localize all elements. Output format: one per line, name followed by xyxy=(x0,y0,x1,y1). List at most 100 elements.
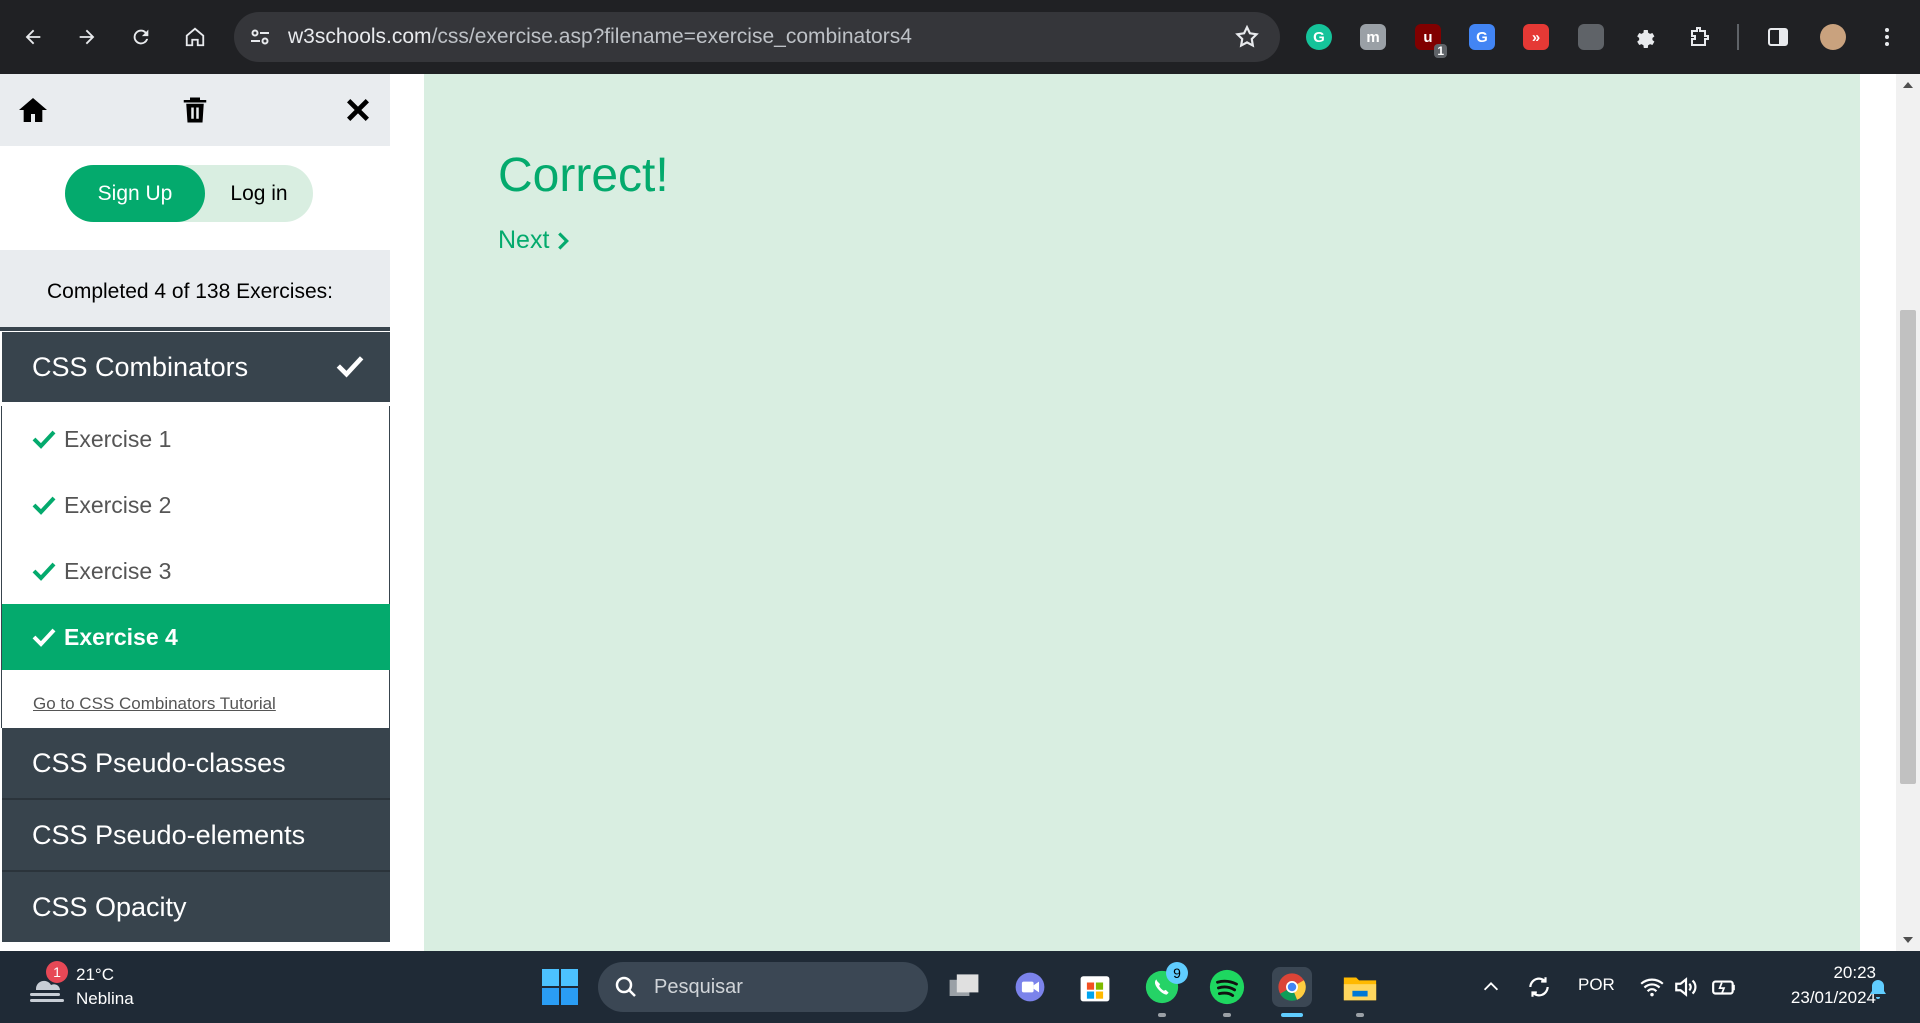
chevron-right-icon xyxy=(558,231,570,250)
google-translate-icon[interactable]: G xyxy=(1469,24,1495,50)
exercise-label: Exercise 3 xyxy=(64,557,172,584)
exercise-item-active[interactable]: Exercise 4 xyxy=(2,604,390,670)
exercise-label: Exercise 1 xyxy=(64,425,172,452)
clock-date[interactable]: 23/01/2024 xyxy=(1760,988,1876,1008)
scroll-down-arrow-icon[interactable] xyxy=(1903,937,1913,943)
trash-icon[interactable] xyxy=(177,92,213,128)
exercise-sidebar: Sign Up Log in Completed 4 of 138 Exerci… xyxy=(0,74,390,951)
exercise-item[interactable]: Exercise 3 xyxy=(2,538,390,604)
input-language[interactable]: POR xyxy=(1578,975,1615,995)
grammarly-icon[interactable]: G xyxy=(1306,24,1332,50)
category-pseudo-elements[interactable]: CSS Pseudo-elements xyxy=(2,800,390,870)
back-button[interactable] xyxy=(16,20,50,54)
ublock-badge: 1 xyxy=(1434,44,1447,58)
result-title: Correct! xyxy=(498,149,669,202)
checkmark-icon xyxy=(32,430,56,449)
auth-toggle: Sign Up Log in xyxy=(65,165,313,222)
forward-arrow-icon xyxy=(79,29,95,45)
sign-up-button[interactable]: Sign Up xyxy=(65,165,205,222)
exercise-label: Exercise 4 xyxy=(64,623,178,650)
home-button[interactable] xyxy=(178,20,212,54)
wifi-icon[interactable] xyxy=(1638,973,1666,1001)
teams-chat-icon[interactable] xyxy=(1010,967,1050,1007)
microsoft-store-icon[interactable] xyxy=(1075,967,1115,1007)
category-css-combinators[interactable]: CSS Combinators xyxy=(2,332,390,402)
progress-section: Completed 4 of 138 Exercises: xyxy=(0,250,390,330)
category-label: CSS Opacity xyxy=(32,891,187,922)
auth-section: Sign Up Log in xyxy=(0,146,390,250)
spotify-running-indicator xyxy=(1223,1013,1231,1017)
weather-temperature[interactable]: 21°C xyxy=(76,965,114,985)
checkmark-icon xyxy=(336,356,364,378)
checkmark-icon xyxy=(32,496,56,515)
extensions-puzzle-icon[interactable] xyxy=(1686,24,1712,50)
category-opacity[interactable]: CSS Opacity xyxy=(2,872,390,942)
profile-avatar[interactable] xyxy=(1820,24,1846,50)
address-bar[interactable]: w3schools.com/css/exercise.asp?filename=… xyxy=(234,12,1280,62)
checkmark-icon xyxy=(32,628,56,647)
weather-badge: 1 xyxy=(46,961,68,983)
search-placeholder: Pesquisar xyxy=(654,976,743,998)
toolbar-separator xyxy=(1737,24,1739,50)
whatsapp-running-indicator xyxy=(1158,1013,1166,1017)
volume-icon[interactable] xyxy=(1672,973,1700,1001)
spotify-icon[interactable] xyxy=(1207,967,1247,1007)
url-host: w3schools.com xyxy=(288,25,432,48)
exercise-result-panel: Correct! Next xyxy=(424,74,1860,951)
chevron-up-icon[interactable] xyxy=(1477,973,1505,1001)
reload-button[interactable] xyxy=(124,20,158,54)
notification-bell-icon[interactable] xyxy=(1864,975,1892,1003)
windows-taskbar: 1 21°C Neblina Pesquisar 9 POR 20:23 23/… xyxy=(0,951,1920,1023)
tutorial-link[interactable]: Go to CSS Combinators Tutorial xyxy=(33,694,276,714)
next-label: Next xyxy=(498,226,550,254)
battery-icon[interactable] xyxy=(1710,973,1738,1001)
grey-extension-icon[interactable] xyxy=(1578,24,1604,50)
site-info-icon[interactable] xyxy=(248,25,272,49)
page-scrollbar[interactable] xyxy=(1896,74,1920,951)
home-icon xyxy=(185,27,205,47)
log-in-button[interactable]: Log in xyxy=(205,165,313,222)
reload-icon xyxy=(133,29,149,45)
sidebar-toolbar xyxy=(0,74,390,146)
scroll-up-arrow-icon[interactable] xyxy=(1903,82,1913,88)
scroll-thumb[interactable] xyxy=(1900,310,1916,784)
m-extension-icon[interactable]: m xyxy=(1360,24,1386,50)
file-explorer-icon[interactable] xyxy=(1340,967,1380,1007)
task-view-icon[interactable] xyxy=(944,967,984,1007)
category-label: CSS Pseudo-classes xyxy=(32,747,286,778)
chrome-active-indicator xyxy=(1281,1013,1303,1017)
category-label: CSS Combinators xyxy=(32,351,249,382)
exercise-list: Exercise 1 Exercise 2 Exercise 3 Exercis… xyxy=(1,406,390,728)
exercise-label: Exercise 2 xyxy=(64,491,172,518)
close-icon[interactable] xyxy=(340,92,376,128)
progress-divider xyxy=(0,327,390,331)
back-arrow-icon xyxy=(25,29,41,45)
menu-kebab-icon[interactable] xyxy=(1874,24,1900,50)
explorer-running-indicator xyxy=(1356,1013,1364,1017)
chrome-icon[interactable] xyxy=(1272,967,1312,1007)
clock-time[interactable]: 20:23 xyxy=(1760,963,1876,983)
exercise-item[interactable]: Exercise 1 xyxy=(2,406,390,472)
url-text[interactable]: w3schools.com/css/exercise.asp?filename=… xyxy=(288,25,912,49)
ublock-icon[interactable]: u 1 xyxy=(1415,24,1447,58)
home-icon[interactable] xyxy=(15,92,51,128)
browser-toolbar: w3schools.com/css/exercise.asp?filename=… xyxy=(0,0,1920,74)
next-link[interactable]: Next xyxy=(498,226,571,255)
sync-icon[interactable] xyxy=(1525,973,1553,1001)
settings-gear-icon[interactable] xyxy=(1632,24,1658,50)
windows-start-icon[interactable] xyxy=(540,967,580,1007)
progress-text: Completed 4 of 138 Exercises: xyxy=(47,280,333,303)
category-pseudo-classes[interactable]: CSS Pseudo-classes xyxy=(2,728,390,798)
search-icon xyxy=(615,976,636,997)
forward-button[interactable] xyxy=(70,20,104,54)
category-label: CSS Pseudo-elements xyxy=(32,819,306,850)
side-panel-icon[interactable] xyxy=(1765,24,1791,50)
bookmark-star-icon[interactable] xyxy=(1234,24,1260,50)
taskbar-search[interactable]: Pesquisar xyxy=(598,962,928,1012)
whatsapp-badge: 9 xyxy=(1166,962,1188,984)
exercise-item[interactable]: Exercise 2 xyxy=(2,472,390,538)
weather-description[interactable]: Neblina xyxy=(76,989,134,1009)
red-extension-icon[interactable]: » xyxy=(1523,24,1549,50)
url-path: /css/exercise.asp?filename=exercise_comb… xyxy=(431,25,912,48)
web-page: Sign Up Log in Completed 4 of 138 Exerci… xyxy=(0,74,1920,951)
